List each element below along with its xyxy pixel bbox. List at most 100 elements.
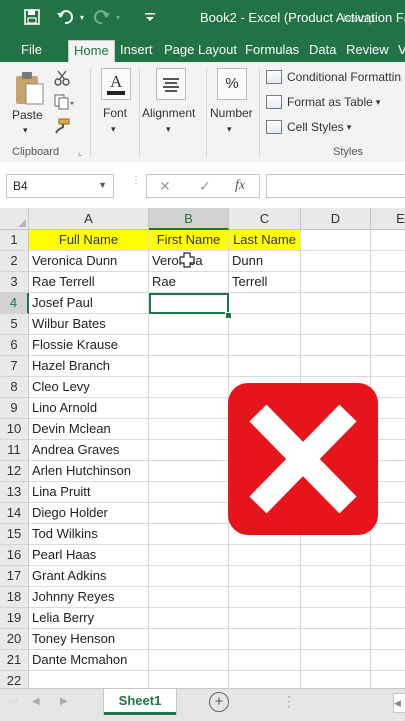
row-header-16[interactable]: 16 (0, 545, 29, 566)
cell-e-row-1[interactable] (371, 230, 405, 251)
column-header-c[interactable]: C (229, 208, 301, 230)
cell-d-row-19[interactable] (301, 608, 371, 629)
cell-a-row-14[interactable]: Diego Holder (29, 503, 149, 524)
horizontal-scroll-left-icon[interactable]: ◀ (393, 693, 405, 713)
row-header-13[interactable]: 13 (0, 482, 29, 503)
dialog-launcher-icon[interactable]: ⌞ (78, 147, 82, 158)
cell-b-row-4[interactable] (149, 293, 229, 314)
cell-e-row-22[interactable] (371, 671, 405, 688)
formula-input[interactable] (266, 174, 405, 198)
cell-a-row-8[interactable]: Cleo Levy (29, 377, 149, 398)
cell-e-row-18[interactable] (371, 587, 405, 608)
cell-a-row-12[interactable]: Arlen Hutchinson (29, 461, 149, 482)
cell-d-row-21[interactable] (301, 650, 371, 671)
tab-file[interactable]: File (16, 40, 47, 62)
cell-c-row-5[interactable] (229, 314, 301, 335)
cell-a-row-4[interactable]: Josef Paul (29, 293, 149, 314)
redo-dropdown-icon[interactable]: ▾ (113, 7, 123, 27)
cell-e-row-20[interactable] (371, 629, 405, 650)
enter-icon[interactable]: ✓ (199, 178, 211, 195)
undo-dropdown-icon[interactable]: ▾ (77, 7, 87, 27)
tab-review[interactable]: Review (341, 40, 394, 62)
cell-d-row-7[interactable] (301, 356, 371, 377)
next-sheet-icon[interactable]: ▶ (60, 696, 68, 707)
sheet-tab-sheet1[interactable]: Sheet1 (104, 689, 176, 715)
font-label[interactable]: Font (103, 106, 127, 120)
cell-e-row-4[interactable] (371, 293, 405, 314)
cell-c-row-7[interactable] (229, 356, 301, 377)
row-header-11[interactable]: 11 (0, 440, 29, 461)
row-header-6[interactable]: 6 (0, 335, 29, 356)
undo-icon[interactable] (54, 7, 76, 27)
cell-e-row-19[interactable] (371, 608, 405, 629)
cell-d-row-18[interactable] (301, 587, 371, 608)
insert-function-icon[interactable]: fx (235, 178, 245, 194)
row-header-2[interactable]: 2 (0, 251, 29, 272)
cell-a-row-20[interactable]: Toney Henson (29, 629, 149, 650)
cell-c-row-6[interactable] (229, 335, 301, 356)
cell-a-row-1[interactable]: Full Name (29, 230, 149, 251)
cell-a-row-13[interactable]: Lina Pruitt (29, 482, 149, 503)
cell-b-row-11[interactable] (149, 440, 229, 461)
font-dropdown-icon[interactable]: ▾ (111, 124, 116, 135)
cell-e-row-17[interactable] (371, 566, 405, 587)
cell-c-row-16[interactable] (229, 545, 301, 566)
cell-b-row-19[interactable] (149, 608, 229, 629)
cell-a-row-5[interactable]: Wilbur Bates (29, 314, 149, 335)
redo-icon[interactable] (91, 7, 113, 27)
customize-qat-icon[interactable] (142, 7, 158, 27)
cancel-icon[interactable]: ✕ (159, 178, 171, 195)
cell-e-row-5[interactable] (371, 314, 405, 335)
paste-dropdown-icon[interactable]: ▾ (23, 125, 28, 136)
cell-b-row-5[interactable] (149, 314, 229, 335)
row-header-18[interactable]: 18 (0, 587, 29, 608)
cell-c-row-19[interactable] (229, 608, 301, 629)
first-sheet-icon[interactable]: ⋯ (8, 696, 18, 707)
cell-a-row-6[interactable]: Flossie Krause (29, 335, 149, 356)
cell-b-row-8[interactable] (149, 377, 229, 398)
select-all-button[interactable] (0, 208, 29, 230)
number-dropdown-icon[interactable]: ▾ (227, 124, 232, 135)
tab-home[interactable]: Home (68, 40, 115, 62)
cell-c-row-1[interactable]: Last Name (229, 230, 301, 251)
paste-icon[interactable] (12, 70, 46, 106)
alignment-dropdown-icon[interactable]: ▾ (166, 124, 171, 135)
prev-sheet-icon[interactable]: ◀ (32, 696, 40, 707)
column-header-a[interactable]: A (29, 208, 149, 230)
cell-c-row-4[interactable] (229, 293, 301, 314)
cell-b-row-14[interactable] (149, 503, 229, 524)
cell-d-row-4[interactable] (301, 293, 371, 314)
cell-b-row-10[interactable] (149, 419, 229, 440)
cell-a-row-9[interactable]: Lino Arnold (29, 398, 149, 419)
cell-b-row-22[interactable] (149, 671, 229, 688)
cell-b-row-9[interactable] (149, 398, 229, 419)
format-as-table-button[interactable]: Format as Table ▾ (266, 93, 380, 111)
cell-a-row-3[interactable]: Rae Terrell (29, 272, 149, 293)
formula-bar-grip-icon[interactable]: ⋮ (131, 176, 141, 194)
cell-a-row-2[interactable]: Veronica Dunn (29, 251, 149, 272)
tab-data[interactable]: Data (304, 40, 341, 62)
format-painter-icon[interactable] (54, 118, 70, 134)
cell-b-row-15[interactable] (149, 524, 229, 545)
paste-label[interactable]: Paste (12, 108, 43, 122)
row-header-4[interactable]: 4 (0, 293, 29, 314)
row-header-1[interactable]: 1 (0, 230, 29, 251)
cell-b-row-12[interactable] (149, 461, 229, 482)
row-header-21[interactable]: 21 (0, 650, 29, 671)
cell-d-row-17[interactable] (301, 566, 371, 587)
cell-b-row-13[interactable] (149, 482, 229, 503)
column-header-d[interactable]: D (301, 208, 371, 230)
cell-d-row-20[interactable] (301, 629, 371, 650)
number-label[interactable]: Number (210, 106, 253, 120)
cell-b-row-18[interactable] (149, 587, 229, 608)
add-sheet-button[interactable]: + (209, 692, 229, 712)
cell-e-row-16[interactable] (371, 545, 405, 566)
cell-b-row-16[interactable] (149, 545, 229, 566)
cell-d-row-6[interactable] (301, 335, 371, 356)
cell-c-row-18[interactable] (229, 587, 301, 608)
cell-c-row-20[interactable] (229, 629, 301, 650)
cell-d-row-1[interactable] (301, 230, 371, 251)
row-header-10[interactable]: 10 (0, 419, 29, 440)
name-box-dropdown-icon[interactable]: ▼ (98, 180, 107, 190)
number-format-icon[interactable]: % (217, 68, 247, 100)
